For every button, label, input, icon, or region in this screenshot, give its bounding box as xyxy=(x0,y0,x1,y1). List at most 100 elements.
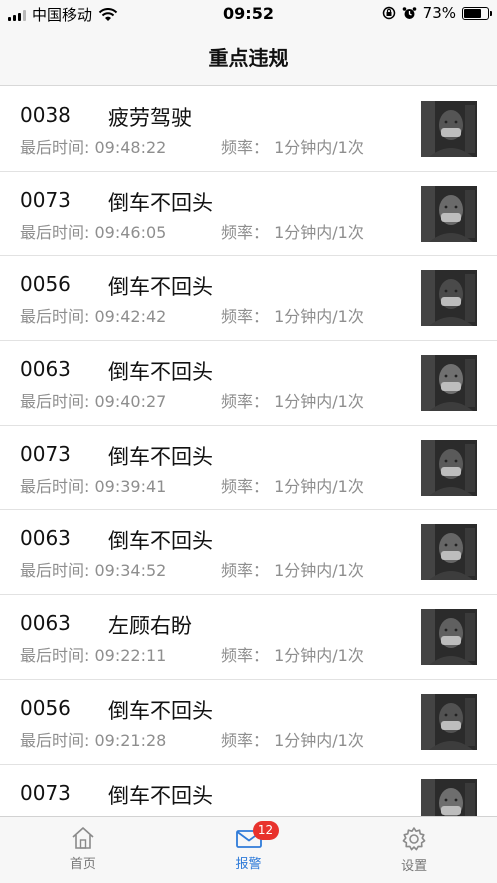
app-screen: 中国移动 09:52 73% 重点违规 0038 疲劳驾驶 最后时间: 09:4… xyxy=(0,0,497,883)
driver-photo xyxy=(421,693,477,750)
last-time: 最后时间: 09:46:05 xyxy=(20,219,166,243)
driver-id: 0063 xyxy=(20,526,71,551)
frequency-label: 频率： xyxy=(221,730,270,750)
list-item[interactable]: 0038 疲劳驾驶 最后时间: 09:48:22 频率： 1分钟内/1次 xyxy=(0,87,497,172)
violation-type: 倒车不回头 xyxy=(108,190,213,215)
driver-thumbnail[interactable] xyxy=(421,185,477,242)
last-time-value: 09:42:42 xyxy=(94,307,167,327)
frequency: 频率： 1分钟内/1次 xyxy=(221,388,364,412)
frequency-label: 频率： xyxy=(221,476,270,496)
frequency-value: 1分钟内/1次 xyxy=(274,646,364,666)
frequency-label: 频率： xyxy=(221,138,270,157)
battery-percent: 73% xyxy=(422,4,456,22)
driver-id: 0056 xyxy=(20,695,71,720)
driver-thumbnail[interactable] xyxy=(421,778,477,816)
frequency: 频率： 1分钟内/1次 xyxy=(221,727,364,751)
violation-type: 倒车不回头 xyxy=(108,529,213,554)
driver-thumbnail[interactable] xyxy=(421,693,477,750)
violation-type: 倒车不回头 xyxy=(108,360,213,385)
driver-photo xyxy=(421,439,477,496)
last-time: 最后时间: 09:40:27 xyxy=(20,388,166,412)
gear-icon xyxy=(402,827,426,851)
list-item[interactable]: 0056 倒车不回头最后时间: 09:21:28 频率： 1分钟内/1次 xyxy=(0,680,497,765)
driver-photo xyxy=(421,270,477,327)
list-item[interactable]: 0073 倒车不回头 最后时间: 09:46:05 频率： 1分钟内/1次 xyxy=(0,172,497,257)
driver-id: 0073 xyxy=(20,187,71,212)
driver-thumbnail[interactable] xyxy=(421,609,477,666)
frequency-value: 1分钟内/1次 xyxy=(274,392,364,412)
violation-type: 疲劳驾驶 xyxy=(108,106,192,130)
frequency-value: 1分钟内/1次 xyxy=(274,307,364,327)
list-item[interactable]: 0073 倒车不回头最后时间: 09:39:41 频率： 1分钟内/1次 xyxy=(0,426,497,511)
violation-type: 倒车不回头 xyxy=(108,698,213,723)
nav-bar: 重点违规 xyxy=(0,28,497,86)
driver-photo xyxy=(421,355,477,412)
last-time-label: 最后时间: xyxy=(20,392,90,412)
last-time: 最后时间: 09:42:42 xyxy=(20,303,166,327)
driver-photo xyxy=(421,524,477,581)
frequency: 频率： 1分钟内/1次 xyxy=(221,473,364,497)
list-item[interactable]: 0063 倒车不回头 最后时间: 09:34:52 频率： 1分钟内/1次 xyxy=(0,510,497,596)
last-time-label: 最后时间: xyxy=(20,138,90,157)
home-icon xyxy=(72,827,94,849)
last-time-value: 09:48:22 xyxy=(94,138,167,157)
frequency-label: 频率： xyxy=(221,222,270,242)
frequency-value: 1分钟内/1次 xyxy=(274,561,364,581)
last-time-value: 09:34:52 xyxy=(94,561,167,581)
frequency-label: 频率： xyxy=(221,646,270,666)
list-item[interactable]: 0073倒车不回头最后时间: 09:18:44频率： 1分钟内/1次 xyxy=(0,765,497,816)
driver-thumbnail[interactable] xyxy=(421,524,477,581)
frequency-label: 频率： xyxy=(221,561,270,581)
last-time-value: 09:40:27 xyxy=(94,392,167,412)
frequency-value: 1分钟内/1次 xyxy=(274,730,364,750)
list-item[interactable]: 0056 倒车不回头 最后时间: 09:42:42 频率： 1分钟内/1次 xyxy=(0,256,497,342)
list-item[interactable]: 0063 倒车不回头 最后时间: 09:40:27 频率： 1分钟内/1次 xyxy=(0,341,497,426)
driver-id: 0063 xyxy=(20,357,71,382)
last-time: 最后时间: 09:21:28 xyxy=(20,727,166,751)
last-time-label: 最后时间: xyxy=(20,307,90,327)
driver-id: 0073 xyxy=(20,780,71,805)
list-item[interactable]: 0063 左顾右盼 最后时间: 09:22:11 频率： 1分钟内/1次 xyxy=(0,595,497,680)
last-time-value: 09:39:41 xyxy=(94,476,167,496)
driver-thumbnail[interactable] xyxy=(421,439,477,496)
last-time-value: 09:46:05 xyxy=(94,222,167,242)
frequency-value: 1分钟内/1次 xyxy=(274,222,364,242)
driver-photo xyxy=(421,101,477,157)
driver-id: 0073 xyxy=(20,441,71,466)
tab-bar: 首页 报警 12 设置 xyxy=(0,816,497,883)
last-time: 最后时间: 09:39:41 xyxy=(20,473,166,497)
driver-photo xyxy=(421,185,477,242)
frequency-value: 1分钟内/1次 xyxy=(274,476,364,496)
last-time: 最后时间: 09:48:22 xyxy=(20,134,166,158)
frequency: 频率： 1分钟内/1次 xyxy=(221,219,364,243)
frequency: 频率： 1分钟内/1次 xyxy=(221,303,364,327)
tab-alarm-label: 报警 xyxy=(235,857,262,872)
tab-alarm[interactable]: 报警 12 xyxy=(166,817,332,883)
tab-home-label: 首页 xyxy=(69,857,96,872)
frequency-label: 频率： xyxy=(221,307,270,327)
frequency: 频率： 1分钟内/1次 xyxy=(221,557,364,581)
driver-id: 0063 xyxy=(20,611,71,636)
driver-thumbnail[interactable] xyxy=(421,355,477,412)
driver-photo xyxy=(421,778,477,816)
battery-level xyxy=(464,8,481,18)
alarm-icon xyxy=(402,6,416,19)
tab-home[interactable]: 首页 xyxy=(0,817,166,883)
driver-thumbnail[interactable] xyxy=(421,101,477,157)
frequency: 频率： 1分钟内/1次 xyxy=(221,642,364,666)
tab-settings[interactable]: 设置 xyxy=(331,817,497,883)
status-right: 73% xyxy=(382,4,492,22)
violation-type: 倒车不回头 xyxy=(108,275,213,300)
violation-list[interactable]: 0038 疲劳驾驶 最后时间: 09:48:22 频率： 1分钟内/1次 0073 倒车不… xyxy=(0,87,497,816)
last-time: 最后时间: 09:22:11 xyxy=(20,642,166,666)
orientation-lock-icon xyxy=(382,6,395,20)
tab-settings-label: 设置 xyxy=(401,859,428,874)
driver-thumbnail[interactable] xyxy=(421,270,477,327)
violation-type: 倒车不回头 xyxy=(108,444,213,469)
notification-badge: 12 xyxy=(252,821,279,840)
violation-type: 倒车不回头 xyxy=(108,783,213,808)
status-bar: 中国移动 09:52 73% xyxy=(0,0,497,28)
frequency-label: 频率： xyxy=(221,392,270,412)
last-time-label: 最后时间: xyxy=(20,222,90,242)
driver-id: 0038 xyxy=(20,103,71,127)
